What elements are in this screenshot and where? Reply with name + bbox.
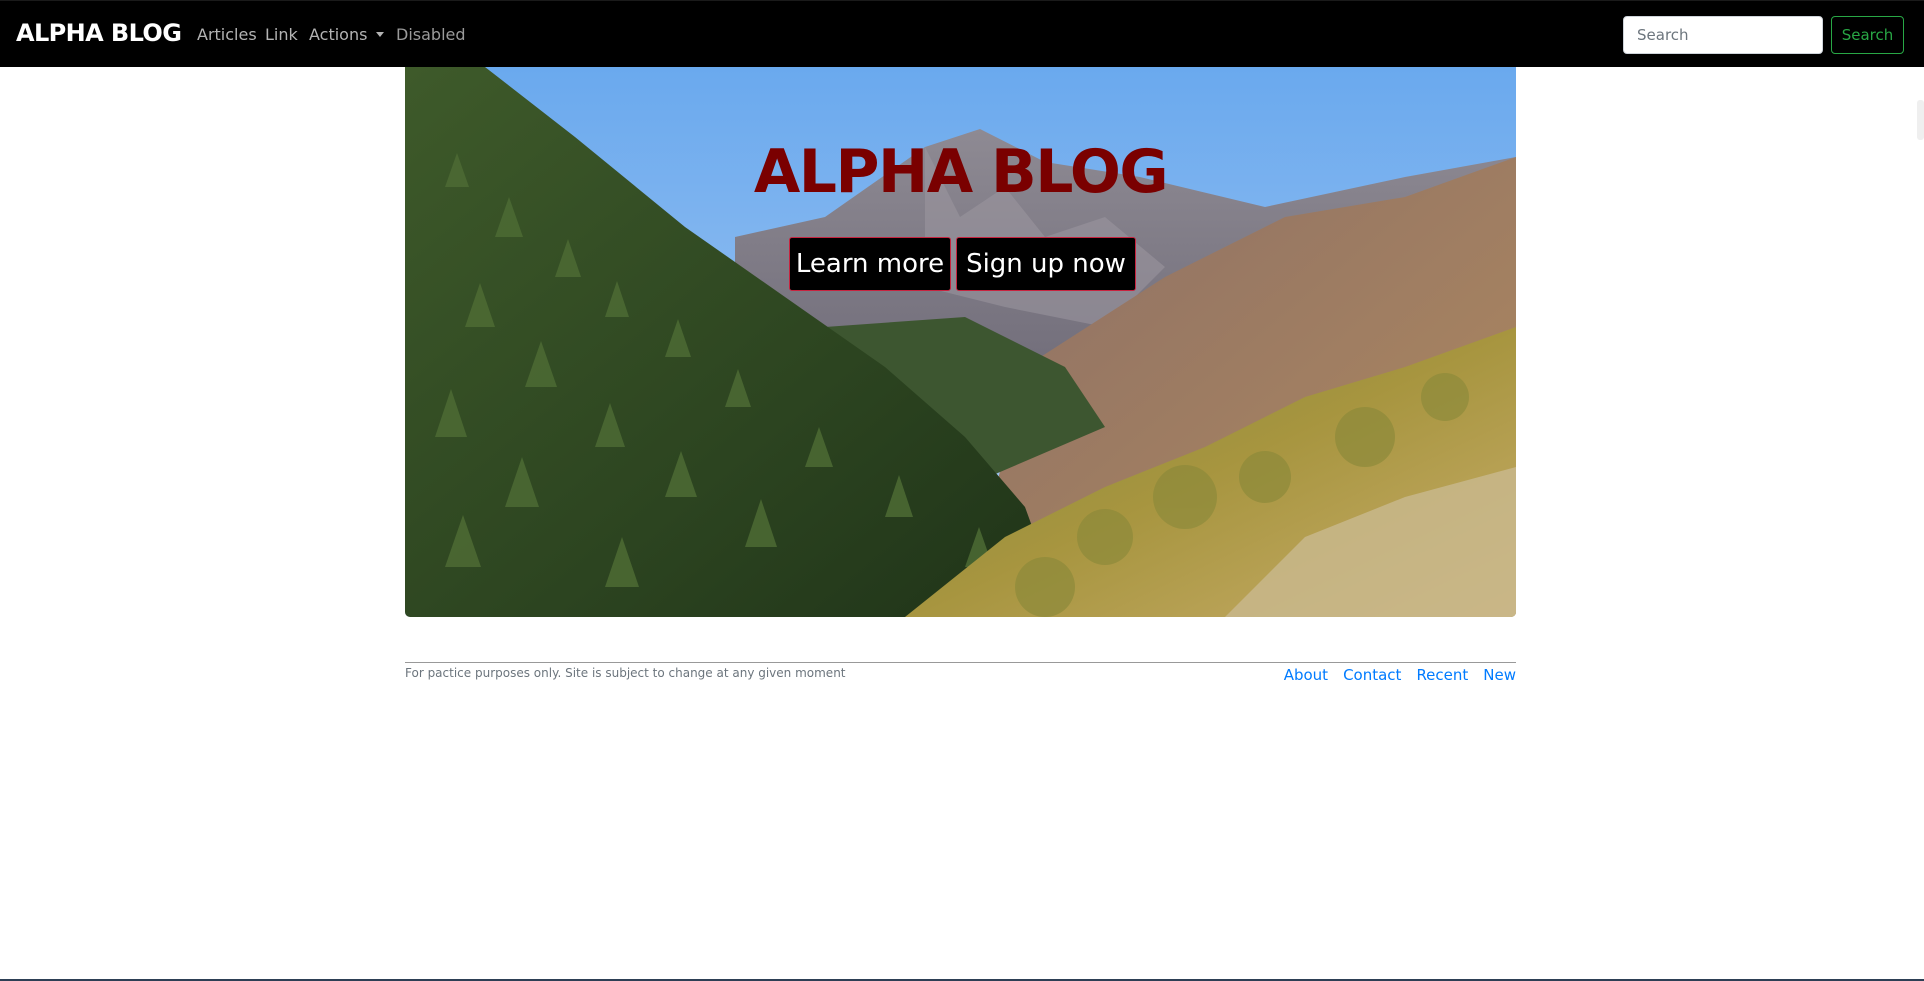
footer-link-contact[interactable]: Contact xyxy=(1343,666,1401,684)
footer-link-new[interactable]: New xyxy=(1483,666,1516,684)
nav-dropdown-actions-label: Actions xyxy=(309,25,368,44)
footer-note: For pactice purposes only. Site is subje… xyxy=(405,666,846,680)
footer-link-recent[interactable]: Recent xyxy=(1416,666,1468,684)
search-input[interactable] xyxy=(1623,16,1823,54)
nav-dropdown-actions[interactable]: Actions xyxy=(309,25,385,44)
footer-divider xyxy=(405,662,1516,663)
top-navbar: ALPHA BLOG Articles Link Actions Disable… xyxy=(0,0,1924,67)
sign-up-button[interactable]: Sign up now xyxy=(956,237,1136,291)
hero-title: ALPHA BLOG xyxy=(753,137,1169,207)
footer-link-about[interactable]: About xyxy=(1284,666,1328,684)
learn-more-button[interactable]: Learn more xyxy=(789,237,951,291)
search-button[interactable]: Search xyxy=(1831,16,1904,54)
hero-jumbotron: ALPHA BLOG Learn more Sign up now xyxy=(405,67,1516,617)
scrollbar-thumb[interactable] xyxy=(1917,100,1924,140)
caret-down-icon xyxy=(376,32,385,37)
nav-link-disabled: Disabled xyxy=(396,25,466,44)
nav-link-link[interactable]: Link xyxy=(265,25,298,44)
nav-link-articles[interactable]: Articles xyxy=(197,25,257,44)
footer-links: About Contact Recent New xyxy=(1284,666,1516,684)
brand-logo[interactable]: ALPHA BLOG xyxy=(16,19,182,47)
